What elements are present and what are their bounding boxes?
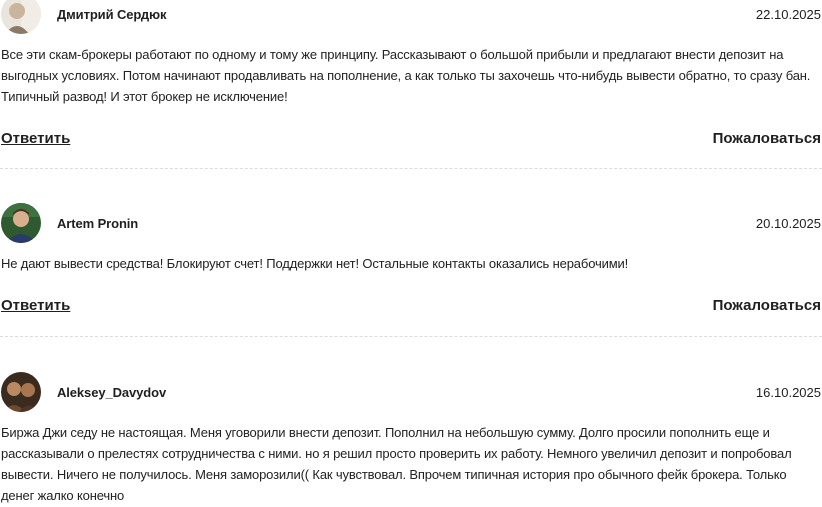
comment-header: Artem Pronin 20.10.2025 — [0, 203, 822, 245]
comment-item: Aleksey_Davydov 16.10.2025 Биржа Джи сед… — [0, 372, 822, 506]
comment-item: Artem Pronin 20.10.2025 Не дают вывести … — [0, 203, 822, 319]
comment-header: Aleksey_Davydov 16.10.2025 — [0, 372, 822, 414]
comment-date: 20.10.2025 — [755, 216, 821, 231]
comment-author: Artem Pronin — [57, 216, 139, 231]
avatar — [1, 0, 41, 34]
comment-date: 22.10.2025 — [755, 7, 821, 22]
reply-link[interactable]: Ответить — [1, 297, 70, 314]
avatar — [1, 372, 41, 412]
divider — [0, 336, 822, 337]
comment-text: Не дают вывести средства! Блокируют счет… — [1, 256, 629, 271]
comment-actions: Ответить Пожаловаться — [0, 297, 822, 319]
comment-item: Дмитрий Сердюк 22.10.2025 Все эти скам-б… — [0, 0, 822, 152]
comment-header: Дмитрий Сердюк 22.10.2025 — [0, 0, 822, 36]
comment-date: 16.10.2025 — [755, 385, 821, 400]
report-link[interactable]: Пожаловаться — [713, 297, 821, 314]
comment-text: Все эти скам-брокеры работают по одному … — [1, 47, 811, 104]
divider — [0, 168, 822, 169]
report-link[interactable]: Пожаловаться — [713, 130, 821, 147]
comment-author: Дмитрий Сердюк — [57, 7, 167, 22]
comment-actions: Ответить Пожаловаться — [0, 130, 822, 152]
reply-link[interactable]: Ответить — [1, 130, 70, 147]
comment-author: Aleksey_Davydov — [57, 385, 167, 400]
avatar — [1, 203, 41, 243]
comments-list: Дмитрий Сердюк 22.10.2025 Все эти скам-б… — [0, 0, 822, 507]
comment-text: Биржа Джи седу не настоящая. Меня уговор… — [1, 425, 792, 503]
